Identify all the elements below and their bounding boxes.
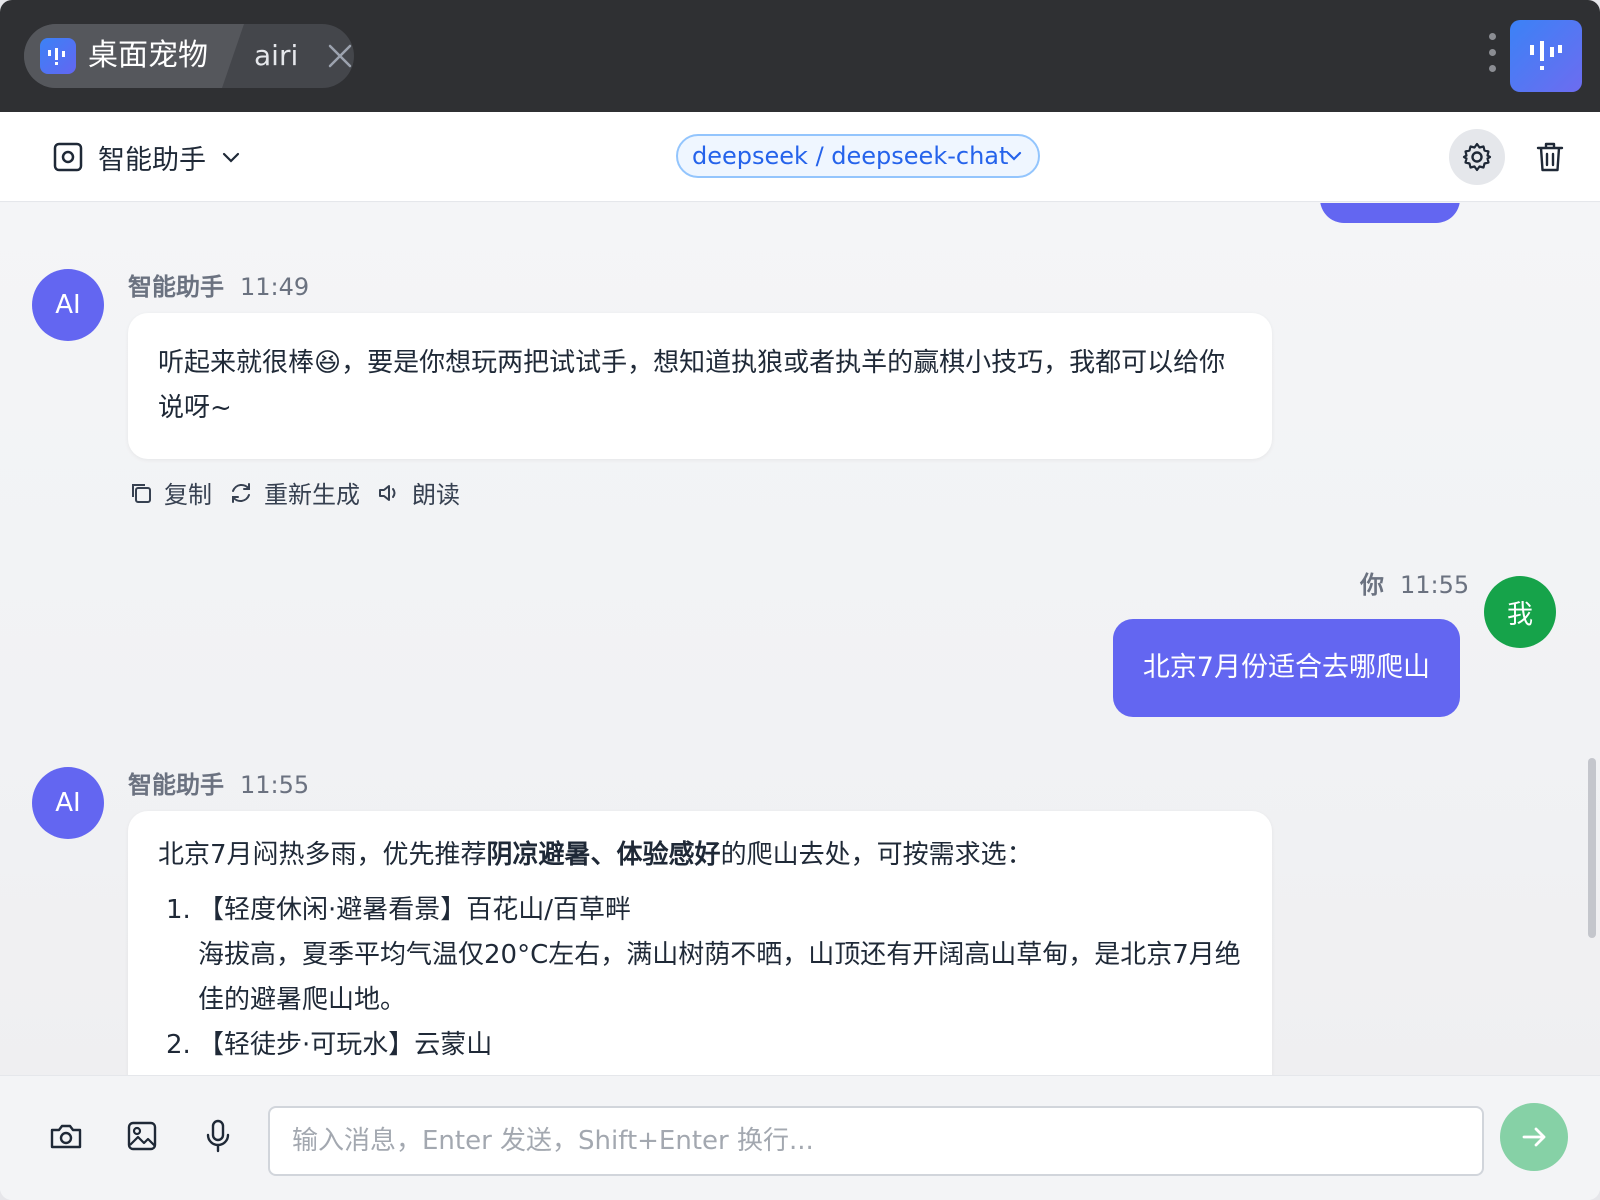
user-message-bubble: 北京7月份适合去哪爬山 <box>1112 619 1460 717</box>
regenerate-label: 重新生成 <box>264 481 360 509</box>
chat-header: 智能助手 deepseek / deepseek-chat <box>0 112 1600 202</box>
recommendation-list: 1. 【轻度休闲·避暑看景】百花山/百草畔 海拔高，夏季平均气温仅20°C左右，… <box>158 888 1242 1068</box>
model-name: deepseek / deepseek-chat <box>692 142 1009 170</box>
sender-name: 智能助手 <box>128 771 224 799</box>
trash-icon <box>1536 142 1564 172</box>
tab-airi-label[interactable]: airi <box>254 36 298 76</box>
read-aloud-button[interactable]: 朗读 <box>376 475 460 510</box>
settings-button[interactable] <box>1449 129 1505 185</box>
more-menu-icon[interactable] <box>1486 30 1498 82</box>
sender-name: 智能助手 <box>128 273 224 301</box>
message-time: 11:55 <box>240 771 310 799</box>
copy-button[interactable]: 复制 <box>128 475 212 510</box>
microphone-button[interactable] <box>196 1114 240 1158</box>
app-window: 桌面宠物 airi 智能助手 deepseek / deepseek-chat <box>0 0 1600 1200</box>
message-actions: 复制 重新生成 朗读 <box>128 475 466 510</box>
message-time: 11:49 <box>240 273 310 301</box>
message-input[interactable] <box>268 1106 1484 1176</box>
screen-record-icon <box>53 142 83 172</box>
copy-icon <box>132 483 151 503</box>
read-aloud-label: 朗读 <box>412 481 460 509</box>
message-meta: 智能助手 11:55 <box>128 765 309 800</box>
assistant-message-bubble: 听起来就很棒😆，要是你想玩两把试试手，想知道执狼或者执羊的赢棋小技巧，我都可以给… <box>128 313 1272 459</box>
chevron-down-icon <box>1006 151 1022 161</box>
composer <box>0 1075 1600 1200</box>
intro-bold-text: 阴凉避暑、体验感好 <box>486 840 721 870</box>
list-item: 1. 【轻度休闲·避暑看景】百花山/百草畔 海拔高，夏季平均气温仅20°C左右，… <box>158 888 1242 1023</box>
copy-label: 复制 <box>164 481 212 509</box>
send-button[interactable] <box>1500 1103 1568 1171</box>
tab-group: 桌面宠物 airi <box>24 24 354 88</box>
chevron-down-icon <box>222 152 240 163</box>
speaker-icon <box>379 484 396 501</box>
image-icon <box>127 1121 157 1151</box>
app-logo-icon[interactable] <box>1510 20 1582 92</box>
message-intro: 北京7月闷热多雨，优先推荐阴凉避暑、体验感好的爬山去处，可按需求选： <box>158 833 1242 878</box>
assistant-avatar: AI <box>32 767 104 839</box>
arrow-right-icon <box>1522 1127 1546 1147</box>
tab-desktop-pet-label: 桌面宠物 <box>88 38 208 73</box>
list-number: 2. <box>166 1030 191 1060</box>
assistant-message-bubble: 北京7月闷热多雨，优先推荐阴凉避暑、体验感好的爬山去处，可按需求选： 1. 【轻… <box>128 811 1272 1075</box>
refresh-icon <box>232 482 250 503</box>
model-selector[interactable]: deepseek / deepseek-chat <box>676 134 1040 178</box>
close-icon[interactable] <box>324 40 356 72</box>
list-item-desc: 海拔高，夏季平均气温仅20°C左右，满山树荫不晒，山顶还有开阔高山草甸，是北京7… <box>198 940 1241 1015</box>
previous-user-bubble <box>1320 203 1460 223</box>
delete-chat-button[interactable] <box>1522 129 1578 185</box>
intro-text: 的爬山去处，可按需求选： <box>720 840 1033 870</box>
message-time: 11:55 <box>1400 571 1470 599</box>
message-text: 听起来就很棒😆，要是你想玩两把试试手，想知道执狼或者执羊的赢棋小技巧，我都可以给… <box>158 348 1226 423</box>
user-avatar: 我 <box>1484 576 1556 648</box>
intro-text: 北京7月闷热多雨，优先推荐 <box>158 840 487 870</box>
message-meta: 你 11:55 <box>1360 565 1469 600</box>
chat-scroll-area[interactable]: AI 智能助手 11:49 听起来就很棒😆，要是你想玩两把试试手，想知道执狼或者执… <box>0 203 1600 1075</box>
scrollbar[interactable] <box>1588 758 1596 938</box>
assistant-avatar: AI <box>32 269 104 341</box>
app-logo-icon <box>40 38 76 74</box>
list-item: 2. 【轻徒步·可玩水】云蒙山 <box>158 1023 1242 1068</box>
assistant-name: 智能助手 <box>98 144 206 176</box>
list-number: 1. <box>166 895 191 925</box>
list-item-title: 【轻度休闲·避暑看景】百花山/百草畔 <box>198 895 632 925</box>
camera-button[interactable] <box>44 1114 88 1158</box>
list-item-title: 【轻徒步·可玩水】云蒙山 <box>198 1030 493 1060</box>
avatar-label: AI <box>55 788 81 818</box>
gear-icon <box>1462 142 1492 172</box>
message-meta: 智能助手 11:49 <box>128 267 309 302</box>
sender-name: 你 <box>1360 571 1384 599</box>
camera-icon <box>50 1124 82 1149</box>
title-bar: 桌面宠物 airi <box>0 0 1600 112</box>
microphone-icon <box>206 1119 230 1153</box>
assistant-selector[interactable]: 智能助手 <box>52 136 242 178</box>
message-text: 北京7月份适合去哪爬山 <box>1142 652 1430 683</box>
avatar-label: AI <box>55 290 81 320</box>
avatar-label: 我 <box>1506 599 1533 630</box>
regenerate-button[interactable]: 重新生成 <box>228 475 360 510</box>
image-button[interactable] <box>120 1114 164 1158</box>
